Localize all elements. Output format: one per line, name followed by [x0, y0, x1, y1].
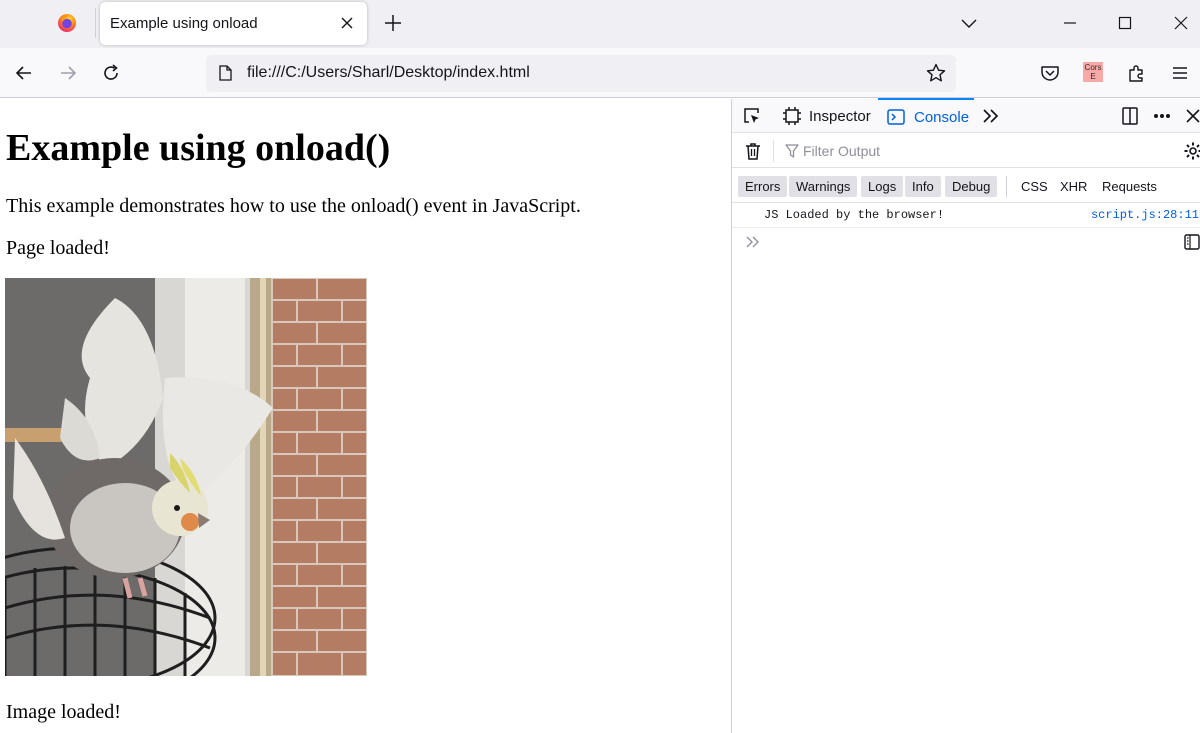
cors-extension-icon[interactable]: Cors E: [1083, 62, 1103, 82]
devtools-panel: Inspector Console Filter Output Errors W…: [731, 98, 1200, 733]
divider: [773, 140, 774, 162]
address-bar[interactable]: file:///C:/Users/Sharl/Desktop/index.htm…: [206, 55, 956, 92]
console-prompt-chevron-icon[interactable]: [744, 233, 762, 251]
filter-requests-button[interactable]: Requests: [1102, 179, 1157, 194]
divider: [1006, 176, 1007, 197]
console-settings-gear-icon[interactable]: [1183, 141, 1200, 161]
image-loaded-status: Image loaded!: [6, 701, 121, 723]
minimize-icon[interactable]: [1059, 12, 1081, 34]
window-close-icon[interactable]: [1170, 12, 1192, 34]
tab-console[interactable]: Console: [878, 98, 974, 132]
log-level-filters: Errors Warnings Logs Info Debug CSS XHR …: [732, 169, 1200, 203]
extensions-puzzle-icon[interactable]: [1126, 62, 1148, 84]
tab-console-label: Console: [914, 109, 970, 126]
pocket-icon[interactable]: [1039, 62, 1061, 84]
cockatiel-photo: [5, 278, 367, 676]
filter-logs-button[interactable]: Logs: [861, 176, 904, 197]
more-options-icon[interactable]: [1152, 106, 1172, 126]
page-description: This example demonstrates how to use the…: [6, 195, 581, 217]
log-message: JS Loaded by the browser!: [764, 208, 945, 222]
close-icon[interactable]: [337, 13, 357, 33]
console-icon: [887, 109, 905, 125]
trash-icon[interactable]: [743, 141, 763, 161]
more-tabs-chevron-icon[interactable]: [981, 106, 1001, 126]
filter-xhr-button[interactable]: XHR: [1060, 179, 1087, 194]
tab-strip: Example using onload: [0, 0, 1200, 48]
tab-active[interactable]: Example using onload: [100, 2, 367, 45]
forward-arrow-icon[interactable]: [57, 62, 79, 84]
inspector-icon: [783, 107, 801, 125]
element-picker-icon[interactable]: [742, 106, 762, 126]
filter-funnel-icon: [785, 144, 799, 158]
url-text[interactable]: file:///C:/Users/Sharl/Desktop/index.htm…: [247, 64, 530, 82]
devtools-close-icon[interactable]: [1183, 106, 1200, 126]
filter-debug-button[interactable]: Debug: [945, 176, 998, 197]
console-filter-bar: Filter Output: [732, 134, 1200, 168]
hamburger-menu-icon[interactable]: [1169, 62, 1191, 84]
tab-title: Example using onload: [110, 15, 258, 32]
navigation-toolbar: file:///C:/Users/Sharl/Desktop/index.htm…: [0, 48, 1200, 98]
reload-icon[interactable]: [100, 62, 122, 84]
firefox-logo-icon[interactable]: [57, 13, 77, 33]
dock-side-icon[interactable]: [1120, 106, 1140, 126]
chevron-down-icon[interactable]: [958, 12, 980, 34]
new-tab-plus-icon[interactable]: [382, 12, 404, 34]
bookmark-star-icon[interactable]: [925, 62, 947, 84]
page-heading: Example using onload(): [6, 127, 391, 169]
web-page-content: Example using onload() This example demo…: [0, 99, 731, 733]
page-icon: [219, 65, 232, 81]
filter-warnings-button[interactable]: Warnings: [789, 176, 858, 197]
devtools-toolbar: Inspector Console: [732, 98, 1200, 133]
tab-separator: [95, 8, 96, 38]
log-source-link[interactable]: script.js:28:11: [1091, 208, 1199, 222]
editor-mode-toggle-icon[interactable]: [1183, 233, 1200, 251]
tab-inspector-label: Inspector: [809, 108, 871, 125]
console-log-row: JS Loaded by the browser! script.js:28:1…: [732, 204, 1200, 228]
filter-info-button[interactable]: Info: [905, 176, 941, 197]
maximize-icon[interactable]: [1114, 12, 1136, 34]
back-arrow-icon[interactable]: [13, 62, 35, 84]
tab-inspector[interactable]: Inspector: [780, 99, 874, 133]
filter-css-button[interactable]: CSS: [1021, 179, 1048, 194]
filter-output-input[interactable]: Filter Output: [803, 143, 880, 159]
page-loaded-status: Page loaded!: [6, 237, 110, 259]
filter-errors-button[interactable]: Errors: [738, 176, 788, 197]
